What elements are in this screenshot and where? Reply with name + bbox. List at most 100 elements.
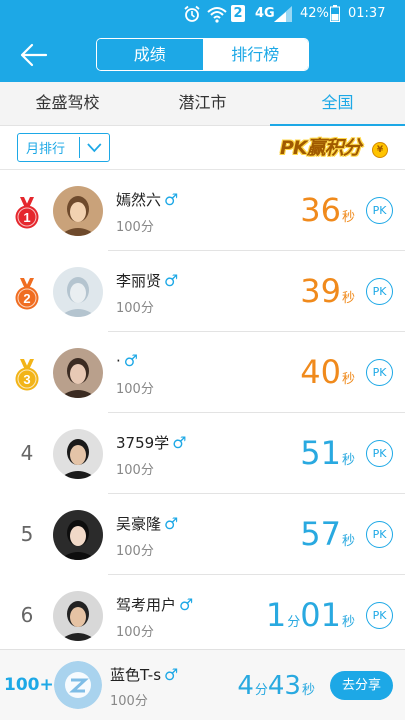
rank-number: 5	[20, 522, 34, 546]
coin-icon: ¥	[372, 142, 388, 158]
user-score: 100分	[116, 544, 154, 559]
male-icon: ♂	[164, 190, 179, 209]
avatar[interactable]	[53, 186, 103, 236]
user-score: 100分	[116, 463, 154, 478]
user-score: 100分	[116, 625, 154, 640]
avatar[interactable]	[53, 591, 103, 641]
time-value: 1	[265, 596, 287, 634]
user-score: 100分	[116, 220, 154, 235]
filter-bar: 月排行 PK赢积分 ¥	[0, 126, 405, 170]
status-bar: 2 4G 42% 01:37	[0, 0, 405, 28]
pk-button[interactable]: PK	[366, 278, 393, 305]
my-avatar	[54, 661, 102, 709]
time-value: 57	[300, 515, 341, 553]
back-arrow-icon[interactable]	[18, 40, 50, 70]
tab-national[interactable]: 全国	[270, 82, 405, 126]
male-icon: ♂	[164, 665, 179, 684]
tab-city[interactable]: 潜江市	[135, 82, 270, 125]
pk-button[interactable]: PK	[366, 359, 393, 386]
user-name-line: 吴豪隆 ♂	[116, 513, 178, 534]
leaderboard-row[interactable]: 3 · ♂ 100分 40 秒 PK	[0, 332, 405, 413]
completion-time: 36 秒	[300, 188, 355, 232]
svg-text:3: 3	[23, 372, 30, 387]
time-unit: 分	[254, 683, 268, 698]
leaderboard-row[interactable]: 2 李丽贤 ♂ 100分 39 秒 PK	[0, 251, 405, 332]
pk-reward-banner[interactable]: PK赢积分 ¥	[270, 134, 390, 162]
user-name-line: 驾考用户 ♂	[116, 594, 193, 615]
time-unit: 秒	[341, 534, 355, 549]
battery-percent: 42%	[300, 6, 329, 21]
avatar[interactable]	[53, 510, 103, 560]
segment-control: 成绩 排行榜	[96, 38, 309, 71]
time-value: 40	[300, 353, 341, 391]
rank-number: 6	[20, 603, 34, 627]
leaderboard-row[interactable]: 1 嫣然六 ♂ 100分 36 秒 PK	[0, 170, 405, 251]
completion-time: 57 秒	[300, 512, 355, 556]
user-name: 3759学	[116, 434, 170, 452]
pk-button[interactable]: PK	[366, 197, 393, 224]
male-icon: ♂	[179, 595, 194, 614]
my-rank-bar: 100+ 蓝色T-s ♂ 100分 4 分 43 秒 去分享	[0, 649, 405, 720]
region-tabs: 金盛驾校 潜江市 全国	[0, 82, 405, 126]
share-button[interactable]: 去分享	[330, 671, 393, 700]
completion-time: 40 秒	[300, 350, 355, 394]
user-name: 驾考用户	[116, 596, 177, 614]
rank-number: 4	[20, 441, 34, 465]
male-icon: ♂	[164, 514, 179, 533]
user-name-line: · ♂	[116, 351, 138, 370]
pk-button[interactable]: PK	[366, 521, 393, 548]
rank-medal-icon: 3	[12, 358, 42, 392]
my-time: 4 分 43 秒	[237, 664, 315, 708]
app-header: 成绩 排行榜	[0, 28, 405, 82]
completion-time: 39 秒	[300, 269, 355, 313]
user-name-line: 嫣然六 ♂	[116, 189, 178, 210]
svg-text:2: 2	[23, 291, 30, 306]
period-dropdown[interactable]: 月排行	[17, 133, 110, 162]
tab-school[interactable]: 金盛驾校	[0, 82, 135, 125]
time-unit: 秒	[341, 291, 355, 306]
completion-time: 51 秒	[300, 431, 355, 475]
segment-scores[interactable]: 成绩	[97, 39, 203, 70]
user-name: ·	[116, 352, 121, 370]
time-value: 36	[300, 191, 341, 229]
my-name: 蓝色T-s	[110, 666, 162, 684]
wifi-icon	[207, 7, 227, 23]
avatar[interactable]	[53, 348, 103, 398]
user-name: 吴豪隆	[116, 515, 162, 533]
my-rank: 100+	[4, 675, 54, 695]
pk-button[interactable]: PK	[366, 440, 393, 467]
alarm-icon	[184, 5, 200, 22]
leaderboard-row[interactable]: 5 吴豪隆 ♂ 100分 57 秒 PK	[0, 494, 405, 575]
time-value: 4	[237, 671, 254, 701]
segment-leaderboard[interactable]: 排行榜	[202, 39, 308, 70]
rank-medal-icon: 1	[12, 196, 42, 230]
time-value: 43	[267, 671, 301, 701]
avatar[interactable]	[53, 429, 103, 479]
time-unit: 秒	[341, 372, 355, 387]
time-unit: 秒	[341, 453, 355, 468]
time-unit: 秒	[301, 683, 315, 698]
time-unit: 秒	[341, 615, 355, 630]
male-icon: ♂	[123, 351, 139, 370]
time-value: 01	[300, 596, 341, 634]
leaderboard-row[interactable]: 6 驾考用户 ♂ 100分 1 分 01 秒 PK	[0, 575, 405, 656]
male-icon: ♂	[164, 271, 179, 290]
user-name: 嫣然六	[116, 191, 162, 209]
dropdown-label: 月排行	[26, 142, 66, 157]
user-score: 100分	[116, 382, 154, 397]
time-value: 39	[300, 272, 341, 310]
my-score: 100分	[110, 694, 148, 709]
leaderboard-row[interactable]: 4 3759学 ♂ 100分 51 秒 PK	[0, 413, 405, 494]
rank-medal-icon: 2	[12, 277, 42, 311]
user-score: 100分	[116, 301, 154, 316]
time-unit: 秒	[341, 210, 355, 225]
sim-slot-indicator: 2	[231, 5, 245, 22]
svg-text:1: 1	[23, 210, 30, 225]
time-value: 51	[300, 434, 341, 472]
avatar[interactable]	[53, 267, 103, 317]
pk-button[interactable]: PK	[366, 602, 393, 629]
male-icon: ♂	[172, 433, 187, 452]
user-name: 李丽贤	[116, 272, 162, 290]
user-name-line: 李丽贤 ♂	[116, 270, 178, 291]
time-unit: 分	[287, 615, 301, 630]
